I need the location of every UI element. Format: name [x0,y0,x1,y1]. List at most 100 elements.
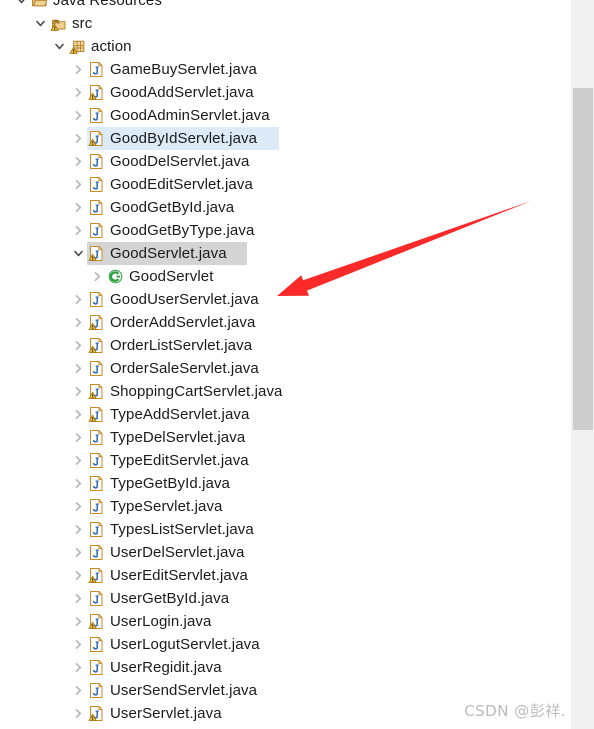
tree-row[interactable]: GoodGetByType.java [0,219,570,242]
tree-row[interactable]: GoodServlet.java [0,242,570,265]
tree-row[interactable]: UserLogutServlet.java [0,633,570,656]
tree-row[interactable]: TypeEditServlet.java [0,449,570,472]
chevron-down-icon[interactable] [51,35,68,58]
chevron-right-icon[interactable] [70,495,87,518]
tree-row-label: TypeAddServlet.java [110,406,250,423]
tree-row-label: GameBuyServlet.java [110,61,257,78]
tree-row[interactable]: UserEditServlet.java [0,564,570,587]
tree-row[interactable]: OrderSaleServlet.java [0,357,570,380]
tree-row[interactable]: Java Resources [0,0,570,12]
chevron-right-icon[interactable] [70,449,87,472]
chevron-right-icon[interactable] [70,426,87,449]
tree-row-label: GoodGetById.java [110,199,235,216]
tree-row-label: GoodUserServlet.java [110,291,259,308]
java-file-icon [87,587,106,610]
chevron-right-icon[interactable] [70,127,87,150]
tree-row-label: UserServlet.java [110,705,222,722]
java-class-icon [106,265,125,288]
tree-row[interactable]: GoodAdminServlet.java [0,104,570,127]
tree-row[interactable]: OrderAddServlet.java [0,311,570,334]
chevron-right-icon[interactable] [70,587,87,610]
tree-row-label: UserLogin.java [110,613,212,630]
chevron-right-icon[interactable] [70,311,87,334]
tree-row[interactable] [0,725,570,729]
java-file-icon [87,357,106,380]
tree-row[interactable]: TypesListServlet.java [0,518,570,541]
tree-row[interactable]: GoodUserServlet.java [0,288,570,311]
java-file-icon [87,472,106,495]
tree-row-label: TypeServlet.java [110,498,223,515]
java-file-icon [87,58,106,81]
chevron-right-icon[interactable] [70,610,87,633]
chevron-right-icon[interactable] [70,380,87,403]
scrollbar-thumb[interactable] [573,88,593,430]
chevron-right-icon[interactable] [70,150,87,173]
chevron-right-icon[interactable] [70,403,87,426]
tree-row[interactable]: ShoppingCartServlet.java [0,380,570,403]
chevron-right-icon[interactable] [70,173,87,196]
java-file-warning-icon [87,403,106,426]
tree-row-label: GoodDelServlet.java [110,153,250,170]
tree-row[interactable]: UserRegidit.java [0,656,570,679]
tree-row-label: GoodByIdServlet.java [110,130,258,147]
package-icon [68,35,87,58]
tree-row[interactable]: UserDelServlet.java [0,541,570,564]
chevron-right-icon[interactable] [70,725,87,729]
chevron-down-icon[interactable] [32,12,49,35]
java-file-icon [87,426,106,449]
chevron-right-icon[interactable] [70,679,87,702]
chevron-right-icon[interactable] [70,196,87,219]
chevron-right-icon[interactable] [70,541,87,564]
java-file-icon [87,656,106,679]
tree-row[interactable]: TypeServlet.java [0,495,570,518]
package-explorer-tree[interactable]: Java Resources src action GameBuyServlet.ja… [0,0,570,729]
tree-row[interactable]: GoodAddServlet.java [0,81,570,104]
chevron-right-icon[interactable] [70,58,87,81]
tree-row[interactable]: UserLogin.java [0,610,570,633]
tree-row[interactable]: GoodGetById.java [0,196,570,219]
chevron-right-icon[interactable] [70,334,87,357]
chevron-right-icon[interactable] [70,564,87,587]
tree-row[interactable]: TypeAddServlet.java [0,403,570,426]
tree-row[interactable]: GoodServlet [0,265,570,288]
java-file-warning-icon [87,380,106,403]
tree-row-label: Java Resources [53,0,162,9]
tree-row[interactable]: GoodDelServlet.java [0,150,570,173]
chevron-right-icon[interactable] [89,265,106,288]
tree-row[interactable]: GoodEditServlet.java [0,173,570,196]
tree-row[interactable]: UserGetById.java [0,587,570,610]
tree-row-label: OrderAddServlet.java [110,314,256,331]
tree-row-label: src [72,15,93,32]
chevron-right-icon[interactable] [70,702,87,725]
tree-row[interactable]: GoodByIdServlet.java [0,127,570,150]
java-file-warning-icon [87,81,106,104]
tree-row[interactable]: GameBuyServlet.java [0,58,570,81]
tree-row-label: OrderListServlet.java [110,337,253,354]
tree-row-label: GoodServlet.java [110,245,227,262]
java-file-icon [87,495,106,518]
tree-row[interactable]: TypeGetById.java [0,472,570,495]
chevron-right-icon[interactable] [70,656,87,679]
tree-row-label: GoodGetByType.java [110,222,255,239]
chevron-right-icon[interactable] [70,518,87,541]
java-file-icon [87,725,106,729]
chevron-right-icon[interactable] [70,219,87,242]
chevron-right-icon[interactable] [70,81,87,104]
tree-row[interactable]: OrderListServlet.java [0,334,570,357]
csdn-watermark: CSDN @彭祥. [464,702,566,720]
chevron-right-icon[interactable] [70,472,87,495]
chevron-right-icon[interactable] [70,288,87,311]
tree-row-label: UserLogutServlet.java [110,636,260,653]
tree-row[interactable]: UserSendServlet.java [0,679,570,702]
vertical-scrollbar[interactable] [570,0,594,729]
chevron-down-icon[interactable] [13,0,30,12]
tree-row[interactable]: src [0,12,570,35]
chevron-right-icon[interactable] [70,104,87,127]
chevron-down-icon[interactable] [70,242,87,265]
tree-row-label: TypeEditServlet.java [110,452,249,469]
tree-row[interactable]: action [0,35,570,58]
tree-row[interactable]: TypeDelServlet.java [0,426,570,449]
java-file-icon [87,633,106,656]
chevron-right-icon[interactable] [70,357,87,380]
chevron-right-icon[interactable] [70,633,87,656]
